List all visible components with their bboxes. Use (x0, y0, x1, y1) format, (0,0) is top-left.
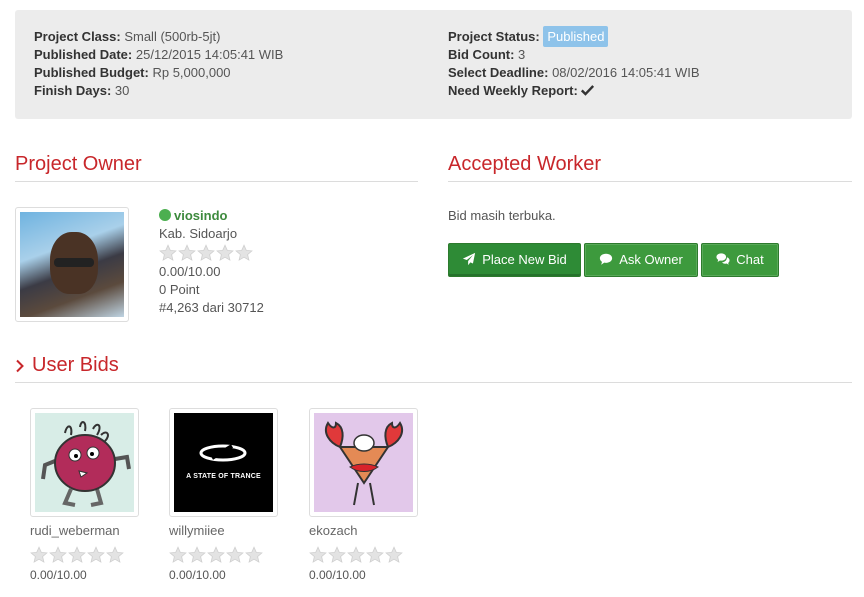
user-bids-divider (15, 382, 852, 383)
star-icon (216, 244, 234, 261)
bidder-card-1: rudi_weberman 0.00/10.00 (30, 408, 160, 584)
star-icon (106, 546, 124, 563)
project-status-label: Project Status: (448, 29, 540, 44)
star-icon (309, 546, 327, 563)
chat-label: Chat (736, 252, 764, 267)
bidder-name-1[interactable]: rudi_weberman (30, 522, 160, 540)
published-budget-label: Published Budget: (34, 65, 149, 80)
bidder-avatar-image-3 (314, 413, 413, 512)
star-icon (328, 546, 346, 563)
owner-avatar-glasses (54, 258, 94, 267)
star-icon (347, 546, 365, 563)
ask-owner-button[interactable]: Ask Owner (584, 243, 698, 277)
finish-days-label: Finish Days: (34, 83, 112, 98)
project-class-value: Small (500rb-5jt) (124, 29, 221, 44)
comment-icon (600, 253, 613, 265)
star-icon (68, 546, 86, 563)
owner-rating-stars (159, 243, 264, 263)
star-icon (235, 244, 253, 261)
bidder-rating-stars-3 (309, 545, 439, 565)
owner-name-link[interactable]: viosindo (174, 208, 227, 223)
star-icon (366, 546, 384, 563)
place-new-bid-label: Place New Bid (482, 252, 567, 267)
bid-count-label: Bid Count: (448, 47, 515, 62)
monster-avatar-icon (41, 421, 131, 507)
star-icon (87, 546, 105, 563)
project-class-row: Project Class: Small (500rb-5jt) (34, 28, 283, 46)
trance-logo-text: A STATE OF TRANCE (186, 473, 261, 480)
comments-icon (716, 253, 730, 265)
owner-rank: #4,263 dari 30712 (159, 300, 264, 315)
published-date-label: Published Date: (34, 47, 133, 62)
star-icon (169, 546, 187, 563)
bidder-avatar-image-2: A STATE OF TRANCE (174, 413, 273, 512)
star-icon (49, 546, 67, 563)
finish-days-row: Finish Days: 30 (34, 82, 283, 100)
bidder-avatar-3[interactable] (309, 408, 418, 517)
chevron-right-icon[interactable] (15, 359, 25, 373)
bid-open-message: Bid masih terbuka. (448, 208, 556, 223)
project-owner-divider (15, 181, 418, 182)
paper-plane-icon (463, 252, 476, 266)
check-icon (581, 85, 595, 96)
bidder-avatar-2[interactable]: A STATE OF TRANCE (169, 408, 278, 517)
star-icon (197, 244, 215, 261)
bidder-name-3[interactable]: ekozach (309, 522, 439, 540)
trance-logo-icon (199, 444, 247, 462)
project-info-right: Project Status: Published Bid Count: 3 S… (448, 26, 700, 100)
weekly-report-row: Need Weekly Report: (448, 82, 700, 100)
star-icon (30, 546, 48, 563)
select-deadline-label: Select Deadline: (448, 65, 549, 80)
bidder-rating-score-2: 0.00/10.00 (169, 568, 226, 582)
bidder-card-2: A STATE OF TRANCE willymiiee 0.00/10.00 (169, 408, 299, 584)
ask-owner-label: Ask Owner (619, 252, 683, 267)
online-status-icon (159, 209, 171, 221)
owner-points: 0 Point (159, 282, 200, 297)
star-icon (207, 546, 225, 563)
owner-avatar-image (20, 212, 124, 317)
project-owner-heading: Project Owner (15, 153, 142, 175)
bidder-avatar-image-1 (35, 413, 134, 512)
star-icon (159, 244, 177, 261)
bid-count-value: 3 (518, 47, 526, 62)
project-info-panel: Project Class: Small (500rb-5jt) Publish… (15, 10, 852, 119)
project-status-row: Project Status: Published (448, 26, 700, 47)
owner-name-row: viosindo (159, 207, 264, 225)
bid-count-row: Bid Count: 3 (448, 46, 700, 64)
star-icon (245, 546, 263, 563)
bidder-avatar-1[interactable] (30, 408, 139, 517)
crab-avatar-icon (324, 421, 404, 506)
select-deadline-value: 08/02/2016 14:05:41 WIB (552, 65, 700, 80)
finish-days-value: 30 (114, 83, 130, 98)
published-budget-row: Published Budget: Rp 5,000,000 (34, 64, 283, 82)
star-icon (178, 244, 196, 261)
star-icon (226, 546, 244, 563)
bidder-rating-stars-1 (30, 545, 160, 565)
select-deadline-row: Select Deadline: 08/02/2016 14:05:41 WIB (448, 64, 700, 82)
project-class-label: Project Class: (34, 29, 121, 44)
place-new-bid-button[interactable]: Place New Bid (448, 243, 581, 277)
owner-info: viosindo Kab. Sidoarjo 0.00/10.00 0 Poin… (159, 207, 264, 317)
bidder-rating-score-1: 0.00/10.00 (30, 568, 87, 582)
bidder-rating-score-3: 0.00/10.00 (309, 568, 366, 582)
published-budget-value: Rp 5,000,000 (152, 65, 231, 80)
published-date-row: Published Date: 25/12/2015 14:05:41 WIB (34, 46, 283, 64)
owner-avatar[interactable] (15, 207, 129, 322)
bidder-rating-stars-2 (169, 545, 299, 565)
user-bids-heading: User Bids (32, 354, 119, 376)
owner-rating-score: 0.00/10.00 (159, 264, 221, 279)
accepted-worker-heading: Accepted Worker (448, 153, 602, 175)
project-info-left: Project Class: Small (500rb-5jt) Publish… (34, 28, 283, 100)
chat-button[interactable]: Chat (701, 243, 779, 277)
bidder-name-2[interactable]: willymiiee (169, 522, 299, 540)
bidder-card-3: ekozach 0.00/10.00 (309, 408, 439, 584)
published-date-value: 25/12/2015 14:05:41 WIB (135, 47, 284, 62)
status-badge: Published (543, 26, 609, 47)
star-icon (188, 546, 206, 563)
owner-location: Kab. Sidoarjo (159, 226, 238, 241)
accepted-worker-divider (448, 181, 852, 182)
weekly-report-label: Need Weekly Report: (448, 83, 578, 98)
star-icon (385, 546, 403, 563)
